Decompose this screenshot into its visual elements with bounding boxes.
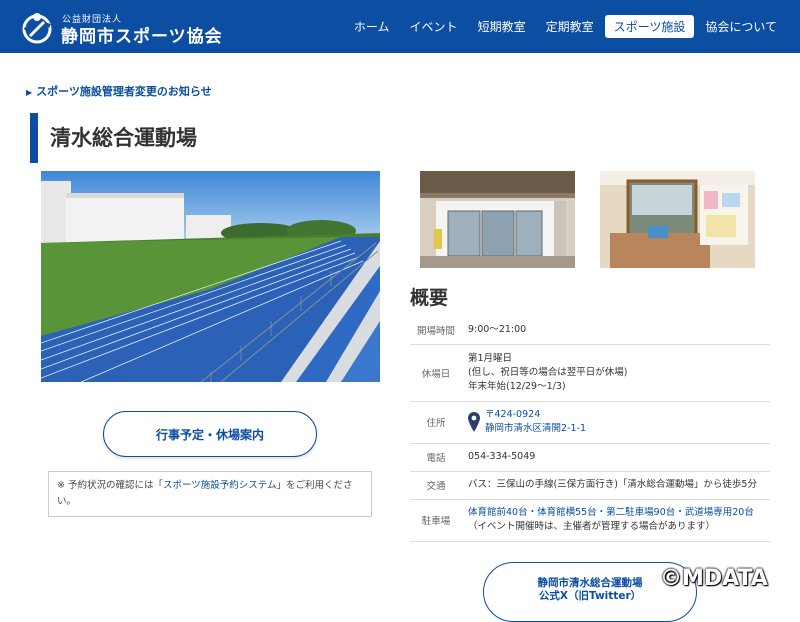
parking-value: 体育館前40台・体育館横55台・第二駐車場90台・武道場専用20台 （イベント開… [462, 499, 770, 542]
site-header: 公益財団法人 静岡市スポーツ協会 ホーム イベント 短期教室 定期教室 スポーツ… [0, 0, 800, 53]
logo-icon[interactable] [20, 10, 54, 44]
reception-photo [600, 171, 755, 268]
nav-home[interactable]: ホーム [345, 15, 399, 38]
x-button-line-2: 公式X（旧Twitter） [538, 590, 642, 602]
transport-label: 交通 [410, 471, 462, 500]
notice-text: スポーツ施設管理者変更のお知らせ [36, 85, 212, 98]
table-row: 住所 〒424-0924 静岡市清水区清開2-1-1 [410, 401, 770, 444]
address-text[interactable]: 静岡市清水区清開2-1-1 [485, 422, 586, 436]
closed-line-1: 第1月曜日 [468, 352, 513, 364]
entrance-photo [420, 171, 575, 268]
nav-about[interactable]: 協会について [696, 15, 786, 38]
overview-table: 開場時間 9:00〜21:00 休場日 第1月曜日 (但し、祝日等の場合は翌平日… [410, 317, 770, 542]
closed-line-3: 年末年始(12/29〜1/3) [468, 380, 566, 392]
triangle-right-icon: ▶ [26, 88, 33, 97]
hours-value: 9:00〜21:00 [462, 317, 770, 345]
title-accent-bar [30, 113, 38, 163]
parking-label: 駐車場 [410, 499, 462, 542]
org-name[interactable]: 静岡市スポーツ協会 [61, 22, 223, 47]
table-row: 休場日 第1月曜日 (但し、祝日等の場合は翌平日が休場) 年末年始(12/29〜… [410, 344, 770, 402]
closed-value: 第1月曜日 (但し、祝日等の場合は翌平日が休場) 年末年始(12/29〜1/3) [462, 344, 770, 402]
phone-label: 電話 [410, 443, 462, 472]
closed-label: 休場日 [410, 344, 462, 402]
nav-short-classes[interactable]: 短期教室 [469, 15, 535, 38]
table-row: 駐車場 体育館前40台・体育館横55台・第二駐車場90台・武道場専用20台 （イ… [410, 499, 770, 542]
watermark: ©MDATA [660, 566, 768, 591]
parking-line-1: 体育館前40台・体育館横55台・第二駐車場90台・武道場専用20台 [468, 507, 754, 518]
nav-regular-classes[interactable]: 定期教室 [537, 15, 603, 38]
hours-label: 開場時間 [410, 317, 462, 345]
transport-value: バス：三保山の手線(三保方面行き)「清水総合運動場」から徒歩5分 [462, 471, 770, 500]
note-prefix: ※ 予約状況の確認には「 [57, 480, 163, 491]
overview-heading: 概要 [410, 287, 449, 309]
page-title: 清水総合運動場 [50, 126, 197, 150]
table-row: 交通 バス：三保山の手線(三保方面行き)「清水総合運動場」から徒歩5分 [410, 471, 770, 500]
main-nav: ホーム イベント 短期教室 定期教室 スポーツ施設 協会について [343, 15, 786, 38]
map-pin-icon[interactable] [468, 412, 480, 432]
address-label: 住所 [410, 401, 462, 444]
nav-sports-facilities[interactable]: スポーツ施設 [604, 15, 695, 38]
closed-line-2: (但し、祝日等の場合は翌平日が休場) [468, 366, 628, 378]
table-row: 電話 054-334-5049 [410, 443, 770, 472]
notice-link[interactable]: ▶ スポーツ施設管理者変更のお知らせ [26, 83, 212, 99]
table-row: 開場時間 9:00〜21:00 [410, 317, 770, 345]
phone-value: 054-334-5049 [462, 443, 770, 472]
address-value: 〒424-0924 静岡市清水区清開2-1-1 [462, 401, 770, 444]
reservation-note: ※ 予約状況の確認には「スポーツ施設予約システム」をご利用ください。 [48, 471, 372, 517]
schedule-button[interactable]: 行事予定・休場案内 [103, 411, 317, 457]
reservation-system-link[interactable]: スポーツ施設予約システム [163, 480, 277, 491]
nav-events[interactable]: イベント [401, 15, 467, 38]
postal-code[interactable]: 〒424-0924 [485, 408, 586, 422]
stadium-photo [41, 171, 380, 382]
parking-line-2: （イベント開催時は、主催者が管理する場合があります） [468, 521, 716, 532]
